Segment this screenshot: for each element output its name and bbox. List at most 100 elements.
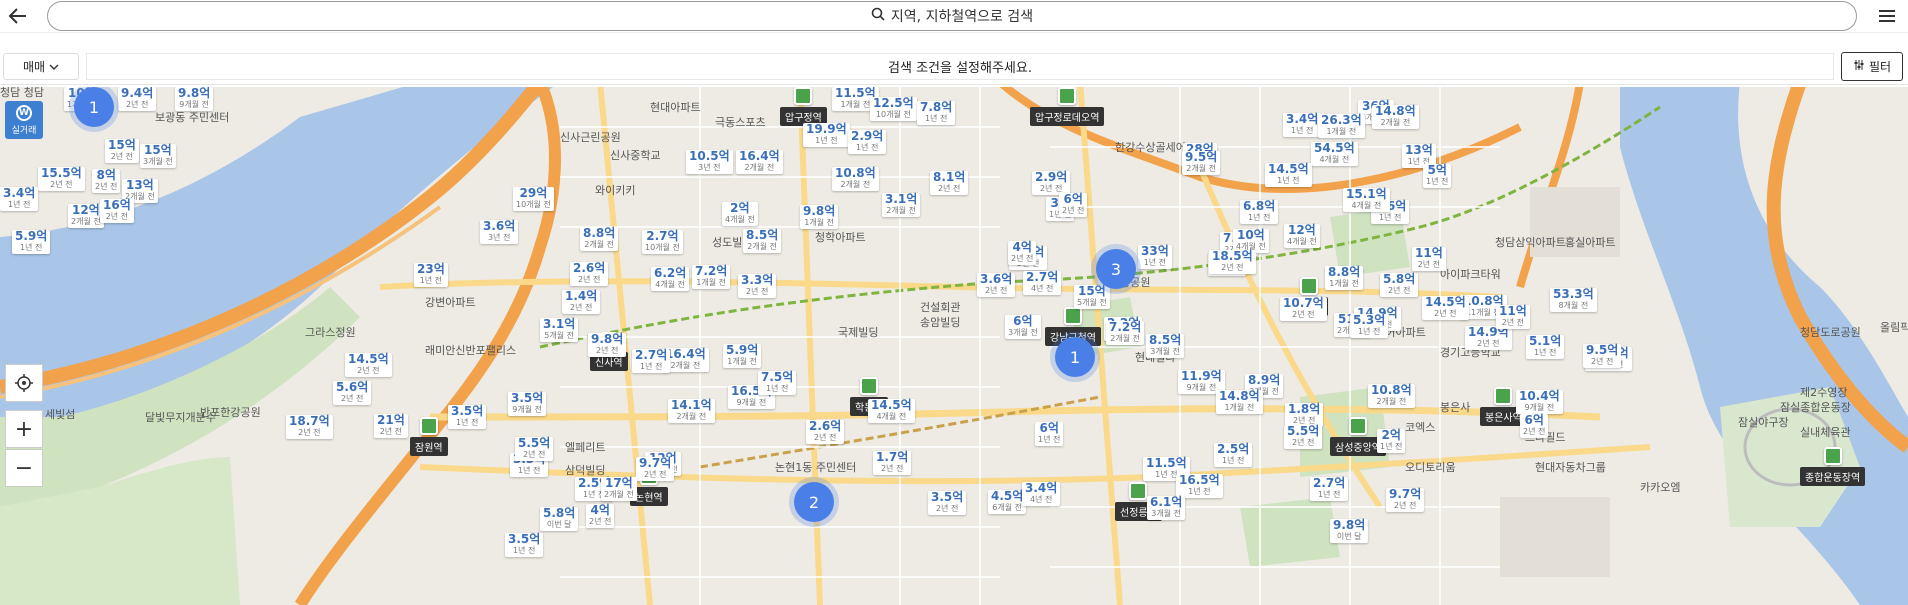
price-tag[interactable]: 15억 5개월 전: [1074, 285, 1110, 309]
price-tag[interactable]: 9.8억 이번 달: [1330, 519, 1369, 543]
price-tag[interactable]: 10.8억 2개월 전: [1368, 384, 1415, 408]
actual-price-toggle[interactable]: W 실거래: [5, 101, 43, 139]
price-tag[interactable]: 1.7억 2년 전: [873, 451, 912, 475]
price-tag[interactable]: 23억 1년 전: [414, 263, 448, 287]
price-tag[interactable]: 9.8억 9개월 전: [175, 87, 214, 111]
price-tag[interactable]: 33억 1년 전: [1138, 245, 1172, 269]
current-location-button[interactable]: [5, 364, 43, 402]
price-tag[interactable]: 14.8억 1개월 전: [1216, 390, 1263, 414]
price-tag[interactable]: 17억 2개월 전: [601, 477, 637, 501]
price-tag[interactable]: 6억 1년 전: [1035, 422, 1064, 446]
price-tag[interactable]: 2.6억 2년 전: [806, 420, 845, 444]
price-tag[interactable]: 3.4억 1년 전: [1283, 113, 1322, 137]
price-tag[interactable]: 2.7억 1년 전: [632, 349, 671, 373]
station-marker[interactable]: 압구정역: [780, 87, 827, 126]
price-tag[interactable]: 16억 2년 전: [100, 199, 134, 223]
hamburger-menu-icon[interactable]: [1874, 4, 1900, 28]
price-tag[interactable]: 3.4억 4년 전: [1022, 482, 1061, 506]
price-tag[interactable]: 5.3억 1년 전: [1350, 314, 1389, 338]
price-tag[interactable]: 6.2억 4개월 전: [651, 267, 690, 291]
deal-type-select[interactable]: 매매: [3, 53, 79, 80]
price-tag[interactable]: 6억 2년 전: [1059, 193, 1088, 217]
price-tag[interactable]: 10.4억 9개월 전: [1516, 390, 1563, 414]
price-tag[interactable]: 2.6억 2년 전: [570, 262, 609, 286]
price-tag[interactable]: 14.5억 1년 전: [1265, 163, 1312, 187]
cluster-marker[interactable]: 1: [74, 87, 114, 127]
price-tag[interactable]: 8억 2년 전: [92, 169, 121, 193]
price-tag[interactable]: 8.8억 2개월 전: [580, 227, 619, 251]
price-tag[interactable]: 6.8억 1년 전: [1240, 200, 1279, 224]
map-view[interactable]: 보광동 주민센터 현대아파트 신사근린공원 극동스포츠 신사중학교 와이키키 성도빌딩 청학아…: [0, 87, 1908, 605]
price-tag[interactable]: 6억 3개월 전: [1005, 315, 1041, 339]
price-tag[interactable]: 10.7억 2년 전: [1280, 297, 1327, 321]
price-tag[interactable]: 12억 2개월 전: [68, 204, 104, 228]
search-input[interactable]: 지역, 지하철역으로 검색: [47, 1, 1857, 31]
price-tag[interactable]: 6억 2년 전: [1520, 414, 1549, 438]
price-tag[interactable]: 3.4억 1년 전: [0, 187, 39, 211]
price-tag[interactable]: 16.4억 2개월 전: [736, 150, 783, 174]
price-tag[interactable]: 8.5억 2개월 전: [743, 229, 782, 253]
price-tag[interactable]: 5.8억 이번 달: [540, 507, 579, 531]
price-tag[interactable]: 2억 4개월 전: [722, 202, 758, 226]
price-tag[interactable]: 2.7억 10개월 전: [642, 230, 683, 254]
cluster-marker[interactable]: 1: [1055, 337, 1095, 377]
price-tag[interactable]: 3.3억 2년 전: [738, 274, 777, 298]
price-tag[interactable]: 14.8억 2개월 전: [1372, 105, 1419, 129]
price-tag[interactable]: 14.9억 2년 전: [1465, 326, 1512, 350]
cluster-marker[interactable]: 2: [794, 482, 834, 522]
station-marker[interactable]: 잠원역: [410, 417, 448, 456]
price-tag[interactable]: 11억 2년 전: [1412, 247, 1446, 271]
price-tag[interactable]: 8.1억 2년 전: [930, 171, 969, 195]
price-tag[interactable]: 5.5억2년 전: [515, 437, 554, 461]
price-tag[interactable]: 1.4억 2년 전: [562, 290, 601, 314]
price-tag[interactable]: 9.8억 2년 전: [588, 333, 627, 357]
price-tag[interactable]: 3.1억 2개월 전: [882, 193, 921, 217]
price-tag[interactable]: 4억 2년 전: [1008, 241, 1037, 265]
price-tag[interactable]: 2.9억 1년 전: [848, 130, 887, 154]
price-tag[interactable]: 11억 2년 전: [1496, 305, 1530, 329]
price-tag[interactable]: 7.2억 2개월 전: [1106, 321, 1145, 345]
price-tag[interactable]: 3.1억 5개월 전: [540, 318, 579, 342]
zoom-out-button[interactable]: −: [5, 449, 43, 487]
price-tag[interactable]: 14.5억 4개월 전: [868, 399, 915, 423]
price-tag[interactable]: 21억 2년 전: [374, 414, 408, 438]
price-tag[interactable]: 5억 1년 전: [1423, 164, 1452, 188]
price-tag[interactable]: 6.1억 3개월 전: [1147, 496, 1186, 520]
price-tag[interactable]: 2.5억 1년 전: [1214, 443, 1253, 467]
price-tag[interactable]: 15억 3개월 전: [140, 144, 176, 168]
price-tag[interactable]: 54.5억 4개월 전: [1311, 142, 1358, 166]
price-tag[interactable]: 2억 1년 전: [1377, 429, 1406, 453]
price-tag[interactable]: 9.7억 2년 전: [1386, 488, 1425, 512]
search-condition-text[interactable]: 검색 조건을 설정해주세요.: [86, 53, 1834, 80]
price-tag[interactable]: 3.5억 2년 전: [928, 491, 967, 515]
price-tag[interactable]: 9.4억 2년 전: [118, 87, 157, 111]
price-tag[interactable]: 9.7억 2년 전: [636, 457, 675, 481]
price-tag[interactable]: 5.9억 1년 전: [12, 230, 51, 254]
price-tag[interactable]: 12억 4개월 전: [1284, 224, 1320, 248]
station-marker[interactable]: 압구정로데오역: [1030, 87, 1105, 126]
price-tag[interactable]: 7.5억 1년 전: [758, 371, 797, 395]
price-tag[interactable]: 14.5억 2년 전: [345, 353, 392, 377]
price-tag[interactable]: 9.5억 2년 전: [1583, 344, 1622, 368]
price-tag[interactable]: 26.3억 1개월 전: [1318, 114, 1365, 138]
price-tag[interactable]: 5.1억 1년 전: [1526, 335, 1565, 359]
price-tag[interactable]: 19.9억 1년 전: [803, 123, 850, 147]
price-tag[interactable]: 15.5억 2년 전: [38, 167, 85, 191]
station-marker[interactable]: 종합운동장역: [1800, 447, 1866, 486]
price-tag[interactable]: 3.6억 3년 전: [480, 220, 519, 244]
price-tag[interactable]: 4.5억 6개월 전: [988, 490, 1027, 514]
price-tag[interactable]: 7.2억 1개월 전: [692, 265, 731, 289]
price-tag[interactable]: 9.5억 2개월 전: [1182, 151, 1221, 175]
price-tag[interactable]: 7.8억 1년 전: [917, 101, 956, 125]
price-tag[interactable]: 10.5억 3년 전: [686, 150, 733, 174]
price-tag[interactable]: 18.7억 2년 전: [286, 415, 333, 439]
price-tag[interactable]: 14.1억 2개월 전: [668, 399, 715, 423]
price-tag[interactable]: 8.5억 3개월 전: [1146, 334, 1185, 358]
price-tag[interactable]: 10.8억 2개월 전: [832, 167, 879, 191]
price-tag[interactable]: 18.5억 2년 전: [1209, 250, 1256, 274]
price-tag[interactable]: 5.5억2년 전: [1284, 425, 1323, 449]
price-tag[interactable]: 9.8억 1개월 전: [800, 205, 839, 229]
price-tag[interactable]: 15.1억 4개월 전: [1343, 188, 1390, 212]
price-tag[interactable]: 2.7억 4년 전: [1023, 271, 1062, 295]
price-tag[interactable]: 3.5억 9개월 전: [508, 392, 547, 416]
